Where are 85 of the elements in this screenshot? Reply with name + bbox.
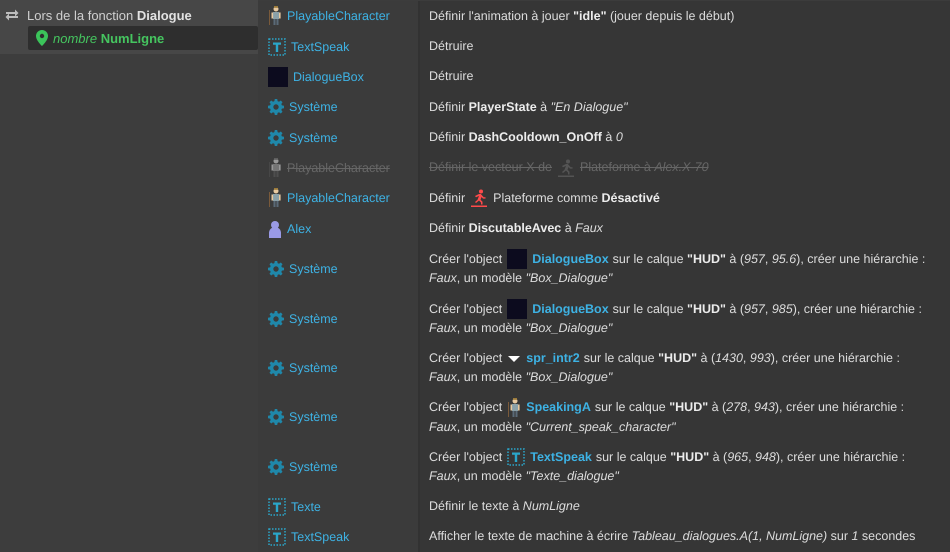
action-text: Créer l'object: [429, 250, 502, 268]
action-text: Créer l'object: [429, 350, 502, 368]
action-cell[interactable]: Définir l'animation à jouer "idle" (jouer depuis le début): [420, 1, 950, 32]
dark-square-icon: [507, 249, 528, 270]
action-text: sur le calque "HUD" à (957, 985), créer une hiérarchie :: [612, 300, 922, 318]
action-cell[interactable]: Définir DashCooldown_OnOff à 0: [420, 122, 950, 153]
action-text: Afficher le texte de machine à écrire Tableau_dialogues.A(1, NumLigne) sur 1 secondes: [429, 528, 916, 546]
object-name: TextSpeak: [291, 40, 350, 54]
object-name: Système: [289, 312, 338, 326]
object-name: PlayableCharacter: [287, 9, 390, 24]
action-cell[interactable]: Afficher le texte de machine à écrire Tableau_dialogues.A(1, NumLigne) sur 1 secondes: [420, 522, 950, 552]
action-text: sur le calque "HUD" à (1430, 993), créer une hiérarchie :: [584, 350, 900, 368]
action-text: Détruire: [429, 68, 474, 86]
character-sprite-icon: [268, 158, 282, 178]
text-object-icon: [268, 528, 286, 546]
action-cell[interactable]: Définir PlayerState à "En Dialogue": [420, 92, 950, 122]
dark-square-icon: [268, 66, 288, 87]
character-sprite-icon: [507, 398, 522, 418]
action-text: Faux, un modèle "Box_Dialogue": [429, 320, 612, 338]
object-name: Système: [289, 460, 338, 474]
object-name: spr_intr2: [526, 350, 580, 368]
character-sprite-icon: [268, 6, 282, 26]
object-name: Alex: [287, 222, 312, 236]
action-text: Créer l'object: [429, 448, 502, 466]
settings-icon: [268, 130, 284, 146]
action-text: Faux, un modèle "Box_Dialogue": [429, 369, 612, 386]
object-name: Système: [289, 361, 338, 376]
settings-icon: [268, 360, 284, 376]
action-text: Plateforme comme Désactivé: [493, 190, 660, 207]
settings-icon: [268, 99, 284, 116]
action-cell[interactable]: Créer l'object DialogueBox sur le calque "HUD" à (957, 985), créer une hiérarchie : Faux, un modèle "Box_Dialogue": [420, 294, 950, 344]
object-name: Système: [289, 410, 338, 424]
object-name: DialogueBox: [532, 250, 609, 268]
event-header[interactable]: Lors de la fonction Dialogue nombre NumLigne: [0, 0, 258, 54]
action-text: Faux, un modèle "Texte_dialogue": [429, 468, 619, 485]
object-name: DialogueBox: [293, 70, 364, 84]
settings-icon: [268, 310, 284, 327]
object-name: Système: [289, 100, 338, 114]
action-text: Faux, un modèle "Current_speak_character": [429, 418, 676, 436]
object-name: TextSpeak: [530, 448, 592, 466]
action-text: Définir PlayerState à "En Dialogue": [429, 98, 628, 116]
action-text: Définir: [429, 190, 466, 207]
object-name: Système: [289, 262, 338, 276]
action-text: Définir le texte à NumLigne: [429, 498, 580, 516]
settings-icon: [268, 260, 284, 277]
action-text: Définir DashCooldown_OnOff à 0: [429, 129, 623, 146]
action-cell[interactable]: Détruire: [420, 31, 950, 62]
action-cell[interactable]: Créer l'object DialogueBox sur le calque "HUD" à (957, 95.6), créer une hiérarchie : Faux, un modèle "Box_Dialogue": [420, 244, 950, 294]
action-text: sur le calque "HUD" à (278, 943), créer une hiérarchie :: [594, 399, 904, 416]
object-name: SpeakingA: [526, 399, 591, 416]
text-object-icon: [507, 448, 526, 466]
repeat-icon: [4, 7, 20, 23]
action-text: Faux, un modèle "Box_Dialogue": [429, 270, 612, 288]
running-figure-icon: [470, 189, 488, 208]
map-pin-icon: [36, 30, 48, 46]
object-name: DialogueBox: [532, 300, 609, 318]
action-cell[interactable]: Créer l'object spr_intr2 sur le calque "HUD" à (1430, 993), créer une hiérarchie : Faux, un modèle "Box_Dialogue": [420, 344, 950, 392]
text-object-icon: [268, 498, 286, 516]
running-figure-icon: [556, 158, 575, 177]
action-text: Définir DiscutableAvec à Faux: [429, 220, 603, 238]
action-text: Définir l'animation à jouer "idle" (jouer depuis le début): [429, 8, 734, 25]
action-text: Créer l'object: [429, 399, 502, 416]
action-cell[interactable]: Créer l'object TextSpeak sur le calque "HUD" à (965, 948), créer une hiérarchie : Faux, un modèle "Texte_dialogue": [420, 442, 950, 492]
action-cell[interactable]: Créer l'object SpeakingA sur le calque "HUD" à (278, 943), créer une hiérarchie : Faux, un modèle "Current_speak_character": [420, 392, 950, 442]
action-cell[interactable]: Définir Plateforme comme Désactivé: [420, 183, 950, 214]
action-text: Créer l'object: [429, 300, 502, 318]
action-cell[interactable]: Détruire: [420, 62, 950, 92]
dark-square-icon: [507, 299, 528, 320]
object-name: Texte: [291, 500, 321, 514]
person-silhouette-icon: [268, 220, 282, 238]
action-text: sur le calque "HUD" à (957, 95.6), créer une hiérarchie :: [612, 250, 926, 268]
object-name: Système: [289, 130, 338, 145]
event-title: Lors de la fonction Dialogue: [27, 8, 192, 22]
action-text: Détruire: [429, 38, 474, 56]
character-sprite-icon: [268, 188, 282, 208]
settings-icon: [268, 409, 284, 426]
down-triangle-icon: [507, 354, 522, 364]
action-cell[interactable]: Définir le texte à NumLigne: [420, 491, 950, 522]
text-object-icon: [268, 38, 286, 56]
parameter-label: nombre NumLigne: [53, 30, 164, 46]
object-name: PlayableCharacter: [287, 191, 390, 206]
action-cell[interactable]: Définir DiscutableAvec à Faux: [420, 213, 950, 244]
settings-icon: [268, 458, 284, 475]
action-text: sur le calque "HUD" à (965, 948), créer une hiérarchie :: [596, 448, 906, 466]
object-name: TextSpeak: [291, 530, 350, 544]
